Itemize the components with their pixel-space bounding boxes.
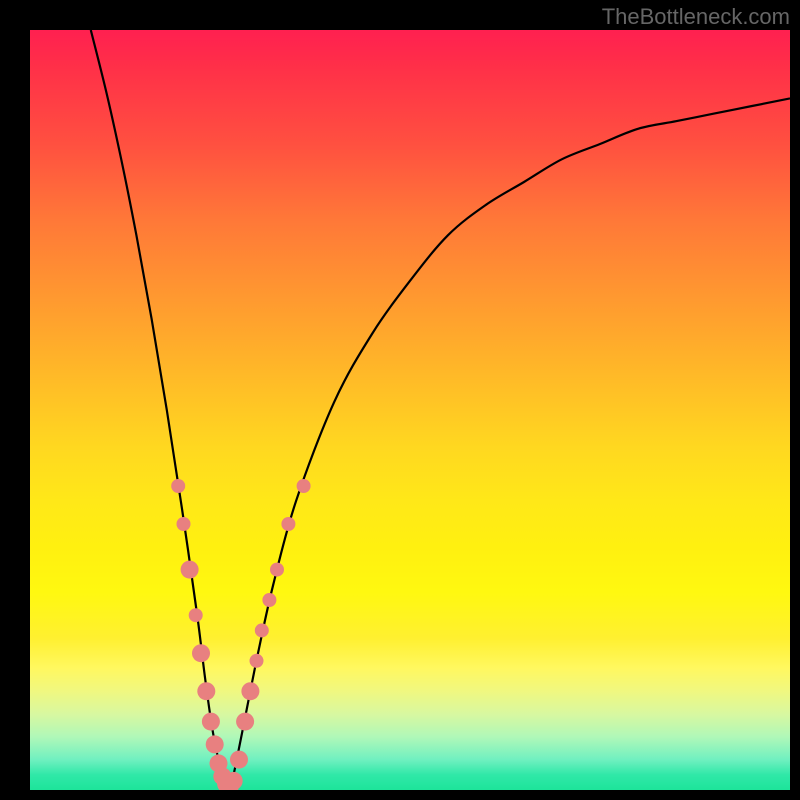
- data-marker: [236, 713, 254, 731]
- data-marker: [177, 517, 191, 531]
- data-marker: [171, 479, 185, 493]
- data-marker: [262, 593, 276, 607]
- data-marker: [230, 751, 248, 769]
- data-marker: [270, 563, 284, 577]
- data-marker: [192, 644, 210, 662]
- data-marker: [297, 479, 311, 493]
- data-marker: [225, 772, 243, 790]
- data-marker: [250, 654, 264, 668]
- watermark-text: TheBottleneck.com: [602, 4, 790, 30]
- data-marker: [181, 561, 199, 579]
- data-marker: [189, 608, 203, 622]
- data-marker: [255, 623, 269, 637]
- data-marker: [281, 517, 295, 531]
- data-marker: [206, 735, 224, 753]
- data-markers: [30, 30, 790, 790]
- data-marker: [202, 713, 220, 731]
- data-marker: [197, 682, 215, 700]
- data-marker: [241, 682, 259, 700]
